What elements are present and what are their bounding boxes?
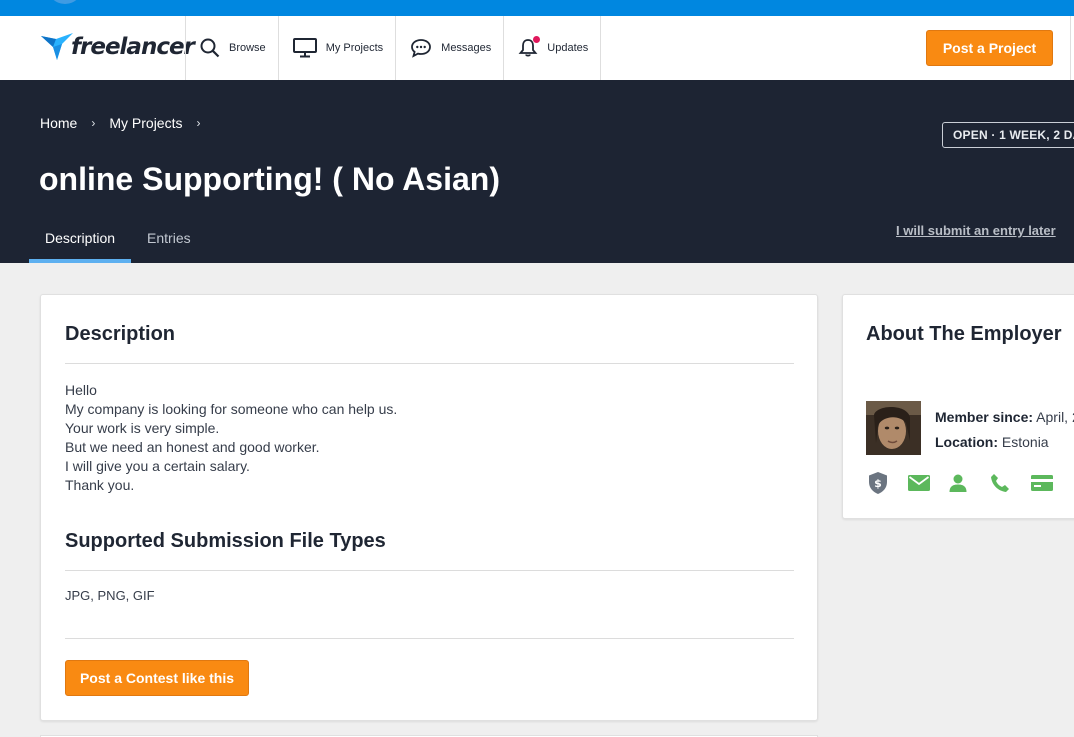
nav-divider — [1070, 16, 1071, 80]
description-card: Description Hello My company is looking … — [40, 294, 818, 721]
nav-messages[interactable]: Messages — [395, 16, 503, 80]
member-since-label: Member since: — [935, 409, 1034, 425]
verification-icons: $ — [867, 471, 1072, 495]
nav-my-projects[interactable]: My Projects — [277, 16, 395, 80]
bell-icon — [518, 36, 541, 58]
description-line: Your work is very simple. — [65, 420, 220, 436]
nav-my-projects-label: My Projects — [325, 42, 384, 54]
post-contest-button[interactable]: Post a Contest like this — [65, 660, 249, 696]
description-line: My company is looking for someone who ca… — [65, 401, 398, 417]
member-since-row: Member since: April, 2 — [935, 405, 1074, 430]
breadcrumb-separator-icon: › — [91, 116, 96, 130]
breadcrumb: Home › My Projects › — [40, 115, 214, 131]
breadcrumb-home[interactable]: Home — [40, 115, 77, 131]
divider — [65, 363, 794, 364]
submit-later-link[interactable]: I will submit an entry later — [896, 223, 1056, 238]
freelancer-logo[interactable]: freelancer — [40, 30, 195, 64]
location-label: Location: — [935, 434, 998, 450]
unread-dot — [533, 36, 541, 43]
monitor-icon — [292, 38, 317, 58]
top-navbar: freelancer Browse My Projects Messages U… — [0, 16, 1074, 80]
location-value: Estonia — [1001, 434, 1049, 450]
profile-icon[interactable] — [949, 471, 990, 495]
post-project-button[interactable]: Post a Project — [926, 30, 1053, 66]
avatar[interactable] — [866, 401, 921, 455]
description-heading: Description — [65, 323, 176, 345]
nav-updates-label: Updates — [547, 42, 589, 54]
page-title: online Supporting! ( No Asian) — [39, 161, 500, 197]
email-icon[interactable] — [908, 471, 949, 495]
chat-bubble-icon — [410, 38, 432, 58]
description-line: I will give you a certain salary. — [65, 458, 250, 474]
employer-card: About The Employer Member since: April, … — [842, 294, 1074, 519]
breadcrumb-my-projects[interactable]: My Projects — [109, 115, 182, 131]
location-row: Location: Estonia — [935, 430, 1074, 455]
description-line: Thank you. — [65, 477, 135, 493]
nav-updates[interactable]: Updates — [503, 16, 602, 80]
filetypes-heading: Supported Submission File Types — [65, 530, 386, 552]
status-badge: OPEN · 1 WEEK, 2 DA — [942, 122, 1074, 148]
freelancer-bird-icon — [41, 33, 73, 60]
top-avatar-edge — [47, 0, 83, 4]
member-since-value: April, 2 — [1036, 409, 1074, 425]
employer-heading: About The Employer — [866, 323, 1062, 345]
divider — [65, 638, 794, 639]
credit-card-icon[interactable] — [1031, 471, 1072, 495]
nav-browse[interactable]: Browse — [185, 16, 278, 80]
nav-browse-label: Browse — [229, 42, 266, 54]
divider — [65, 570, 794, 571]
filetypes-list: JPG, PNG, GIF — [65, 588, 155, 603]
nav-messages-label: Messages — [441, 42, 492, 54]
project-tabs: Description Entries — [29, 220, 207, 263]
breadcrumb-separator-icon: › — [196, 116, 201, 130]
svg-text:$: $ — [874, 477, 882, 490]
payment-shield-icon[interactable]: $ — [867, 471, 908, 495]
phone-icon[interactable] — [990, 471, 1031, 495]
logo-wordmark: freelancer — [71, 34, 195, 60]
search-icon — [200, 38, 220, 58]
primary-nav: Browse My Projects Messages Updates — [185, 16, 602, 80]
tab-description[interactable]: Description — [29, 220, 132, 263]
description-text: Hello My company is looking for someone … — [65, 381, 397, 495]
project-header: Home › My Projects › OPEN · 1 WEEK, 2 DA… — [0, 80, 1074, 263]
employer-meta: Member since: April, 2 Location: Estonia — [935, 405, 1074, 455]
top-strip — [0, 0, 1074, 16]
description-line: But we need an honest and good worker. — [65, 439, 320, 455]
tab-entries[interactable]: Entries — [131, 220, 207, 263]
description-line: Hello — [65, 382, 97, 398]
